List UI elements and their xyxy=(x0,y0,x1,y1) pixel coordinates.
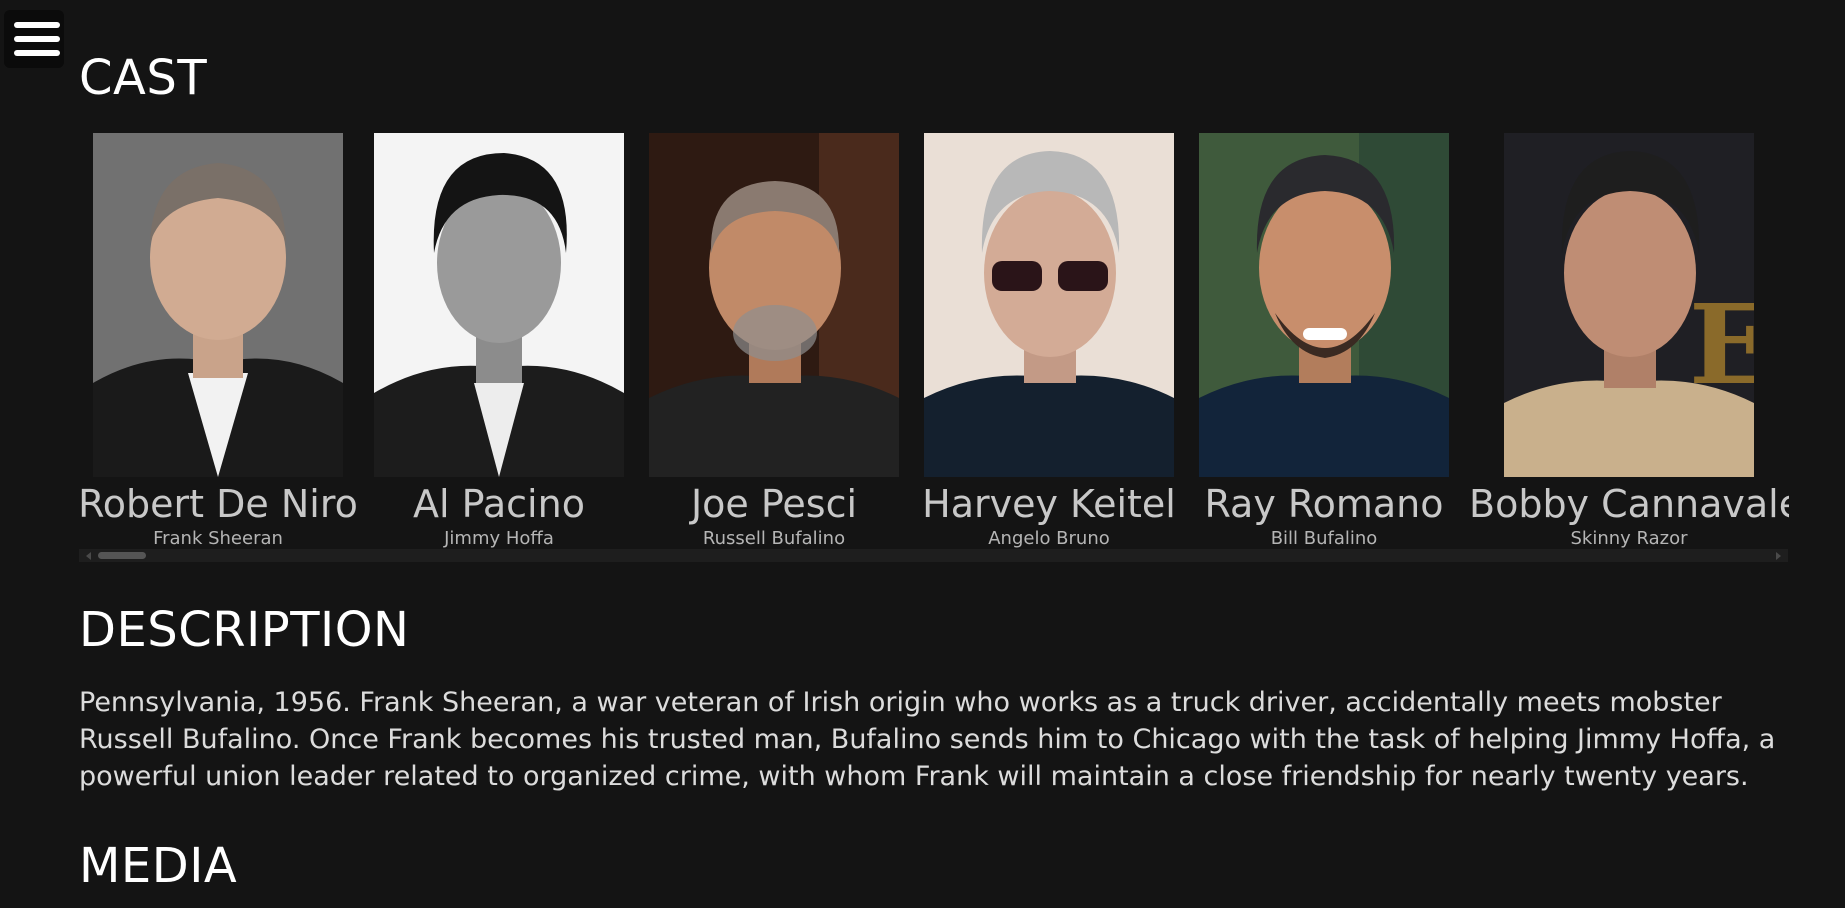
character-name: Angelo Bruno xyxy=(988,528,1110,549)
actor-photo[interactable] xyxy=(649,133,899,477)
actor-name: Al Pacino xyxy=(413,482,585,526)
cast-card[interactable]: Ray Romano Bill Bufalino xyxy=(1179,133,1469,551)
cast-horizontal-scrollbar[interactable] xyxy=(79,549,1788,562)
cast-card[interactable]: Joe Pesci Russell Bufalino xyxy=(629,133,919,551)
actor-name: Joe Pesci xyxy=(690,482,858,526)
cast-card[interactable]: EL Bobby Cannavale Skinny Razor xyxy=(1469,133,1789,551)
cast-section-title: CAST xyxy=(79,50,208,106)
description-section-title: DESCRIPTION xyxy=(79,602,410,658)
media-section-title: MEDIA xyxy=(79,838,238,894)
description-text: Pennsylvania, 1956. Frank Sheeran, a war… xyxy=(79,687,1776,792)
actor-name: Harvey Keitel xyxy=(922,482,1176,526)
scroll-left-arrow-icon[interactable] xyxy=(86,552,91,560)
character-name: Bill Bufalino xyxy=(1270,528,1378,549)
actor-name: Ray Romano xyxy=(1204,482,1444,526)
character-name: Jimmy Hoffa xyxy=(444,528,554,549)
actor-photo[interactable] xyxy=(924,133,1174,477)
hamburger-menu-icon[interactable] xyxy=(4,10,64,68)
cast-card[interactable]: Harvey Keitel Angelo Bruno xyxy=(904,133,1194,551)
character-name: Skinny Razor xyxy=(1570,528,1688,549)
character-name: Russell Bufalino xyxy=(702,528,846,549)
actor-photo[interactable] xyxy=(374,133,624,477)
scrollbar-thumb[interactable] xyxy=(98,552,146,559)
actor-name: Robert De Niro xyxy=(78,482,358,526)
actor-photo[interactable] xyxy=(1199,133,1449,477)
cast-card[interactable]: Robert De Niro Frank Sheeran xyxy=(73,133,363,551)
actor-photo[interactable]: EL xyxy=(1504,133,1754,477)
actor-name: Bobby Cannavale xyxy=(1469,482,1789,526)
cast-carousel[interactable]: Robert De Niro Frank Sheeran Al Pacino J… xyxy=(78,133,1789,561)
scroll-right-arrow-icon[interactable] xyxy=(1776,552,1781,560)
character-name: Frank Sheeran xyxy=(153,528,283,549)
actor-photo[interactable] xyxy=(93,133,343,477)
cast-card[interactable]: Al Pacino Jimmy Hoffa xyxy=(354,133,644,551)
